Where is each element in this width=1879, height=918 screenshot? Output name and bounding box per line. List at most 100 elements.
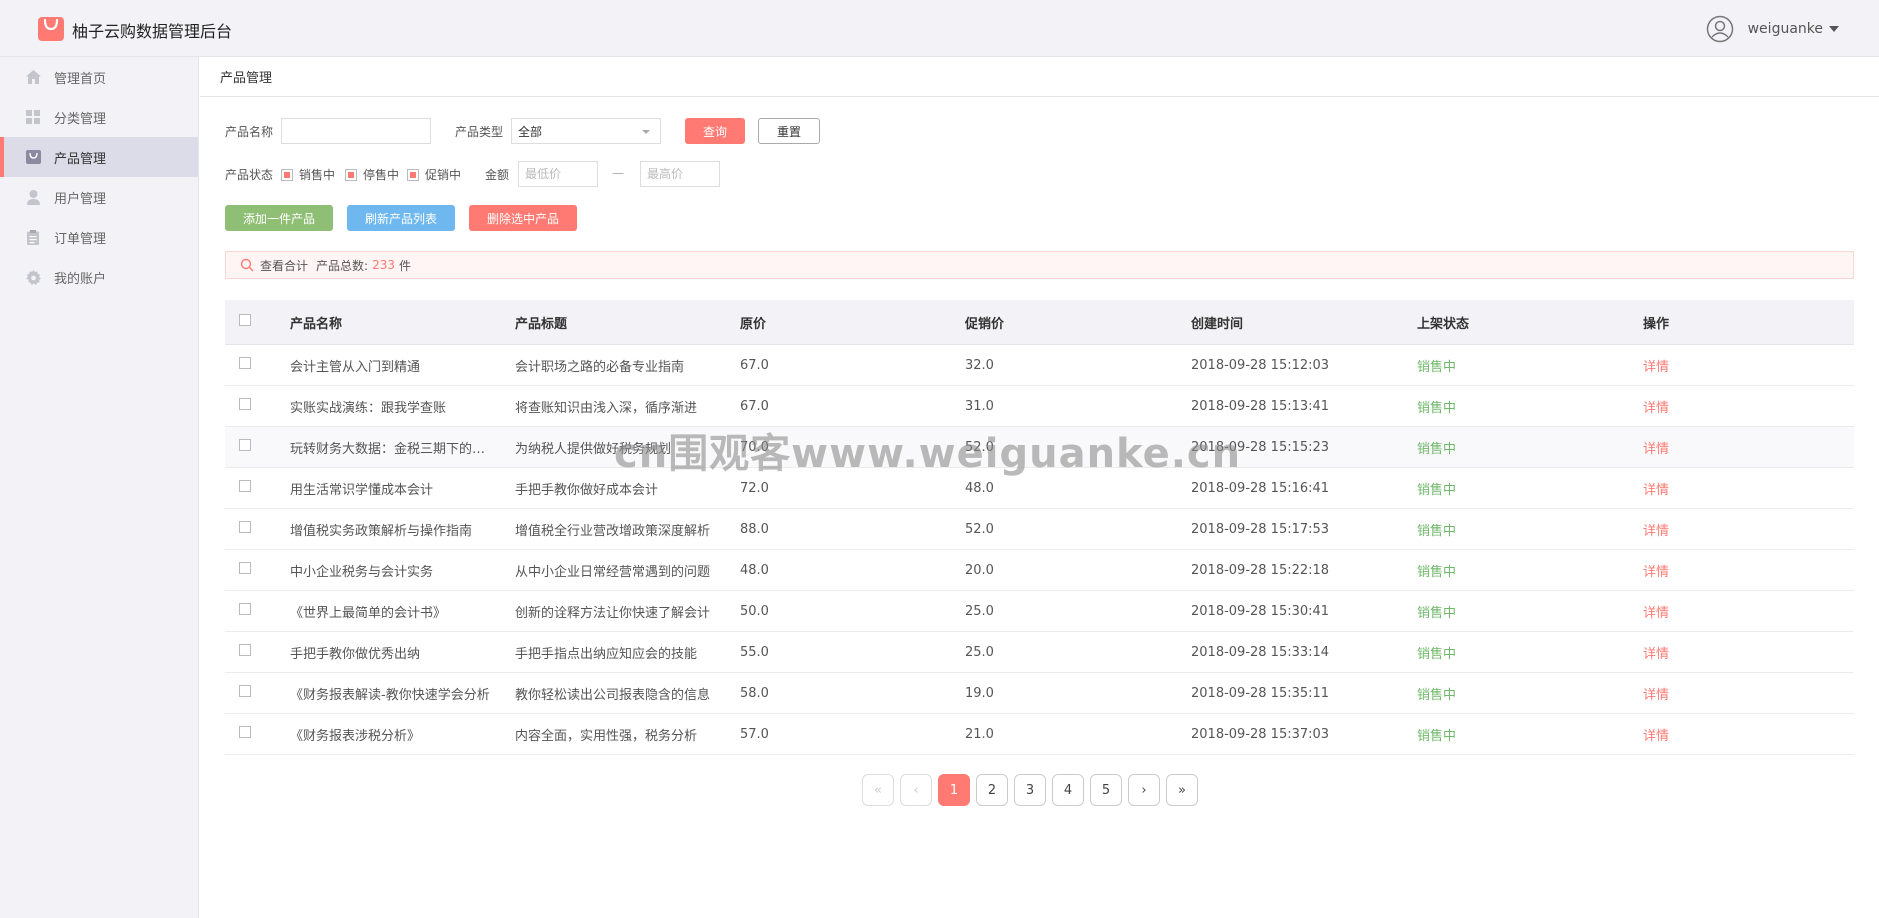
sidebar-item-user[interactable]: 用户管理	[0, 177, 198, 217]
max-price-input[interactable]	[640, 161, 720, 187]
detail-link[interactable]: 详情	[1643, 524, 1669, 539]
select-all-checkbox[interactable]	[239, 314, 251, 326]
table-row: 会计主管从入门到精通 会计职场之路的必备专业指南 67.0 32.0 2018-09-2…	[225, 345, 1854, 386]
cell-price: 55.0	[740, 644, 769, 660]
cell-price: 88.0	[740, 521, 769, 537]
sidebar-item-order[interactable]: 订单管理	[0, 217, 198, 257]
cell-created: 2018-09-28 15:33:14	[1191, 644, 1330, 660]
sidebar: 管理首页 分类管理 产品管理 用户管理 订单管理 我的账户	[0, 57, 199, 918]
cell-status: 销售中	[1417, 441, 1457, 457]
detail-link[interactable]: 详情	[1643, 483, 1669, 498]
row-checkbox[interactable]	[239, 480, 251, 492]
status-checkbox-on-sale[interactable]: 销售中	[281, 166, 335, 183]
total-count: 233	[372, 258, 395, 272]
cell-price: 50.0	[740, 603, 769, 619]
shopping-bag-logo-icon	[38, 17, 64, 41]
detail-link[interactable]: 详情	[1643, 360, 1669, 375]
detail-link[interactable]: 详情	[1643, 401, 1669, 416]
col-header-price: 原价	[740, 316, 767, 332]
search-button[interactable]: 查询	[685, 118, 745, 144]
page-button-2[interactable]: 2	[976, 774, 1008, 806]
detail-link[interactable]: 详情	[1643, 647, 1669, 662]
page-button-4[interactable]: 4	[1052, 774, 1084, 806]
product-name-input[interactable]	[281, 118, 431, 144]
cell-title: 手把手教你做好成本会计	[515, 482, 659, 498]
user-name: weiguanke	[1747, 21, 1823, 37]
user-avatar-icon	[1706, 15, 1733, 43]
sidebar-item-home[interactable]: 管理首页	[0, 57, 198, 97]
cell-promo: 52.0	[965, 439, 994, 455]
status-checkbox-promotion[interactable]: 促销中	[407, 166, 461, 183]
cell-status: 销售中	[1417, 359, 1457, 375]
cell-promo: 21.0	[965, 726, 994, 742]
cell-title: 增值税全行业营改增政策深度解析	[515, 523, 711, 539]
row-checkbox[interactable]	[239, 603, 251, 615]
cell-created: 2018-09-28 15:15:23	[1191, 439, 1330, 455]
cell-price: 70.0	[740, 439, 769, 455]
table-row: 中小企业税务与会计实务 从中小企业日常经营常遇到的问题 48.0 20.0 2018-0…	[225, 550, 1854, 591]
chevron-down-icon	[1829, 26, 1839, 32]
product-status-label: 产品状态	[225, 168, 274, 182]
row-checkbox[interactable]	[239, 521, 251, 533]
cell-name: 手把手教你做优秀出纳	[290, 646, 421, 662]
cell-price: 58.0	[740, 685, 769, 701]
reset-button[interactable]: 重置	[758, 118, 820, 144]
col-header-name: 产品名称	[290, 316, 343, 332]
detail-link[interactable]: 详情	[1643, 442, 1669, 457]
cell-promo: 25.0	[965, 644, 994, 660]
sidebar-item-category[interactable]: 分类管理	[0, 97, 198, 137]
cell-name: 增值税实务政策解析与操作指南	[290, 523, 473, 539]
row-checkbox[interactable]	[239, 644, 251, 656]
table-row: 用生活常识学懂成本会计 手把手教你做好成本会计 72.0 48.0 2018-09-28…	[225, 468, 1854, 509]
sidebar-item-label: 产品管理	[54, 151, 107, 167]
cell-price: 72.0	[740, 480, 769, 496]
col-header-promo: 促销价	[965, 316, 1005, 332]
user-menu[interactable]: weiguanke	[1706, 14, 1839, 44]
page-prev-button[interactable]: ‹	[900, 774, 932, 806]
cell-created: 2018-09-28 15:17:53	[1191, 521, 1330, 537]
cell-price: 57.0	[740, 726, 769, 742]
status-checkbox-off-sale[interactable]: 停售中	[345, 166, 399, 183]
cell-promo: 52.0	[965, 521, 994, 537]
cell-title: 手把手指点出纳应知应会的技能	[515, 646, 698, 662]
row-checkbox[interactable]	[239, 439, 251, 451]
product-type-value: 全部	[518, 124, 543, 139]
row-checkbox[interactable]	[239, 562, 251, 574]
refresh-list-button[interactable]: 刷新产品列表	[347, 205, 455, 231]
sidebar-item-label: 订单管理	[54, 231, 107, 247]
page-button-3[interactable]: 3	[1014, 774, 1046, 806]
add-product-button[interactable]: 添加一件产品	[225, 205, 333, 231]
cell-promo: 20.0	[965, 562, 994, 578]
grid-icon	[25, 109, 41, 125]
detail-link[interactable]: 详情	[1643, 688, 1669, 703]
row-checkbox[interactable]	[239, 357, 251, 369]
col-header-created: 创建时间	[1191, 316, 1244, 332]
detail-link[interactable]: 详情	[1643, 565, 1669, 580]
cell-created: 2018-09-28 15:22:18	[1191, 562, 1330, 578]
min-price-input[interactable]	[518, 161, 598, 187]
page-button-1[interactable]: 1	[938, 774, 970, 806]
clipboard-icon	[25, 229, 41, 245]
product-type-label: 产品类型	[455, 125, 504, 139]
cell-status: 销售中	[1417, 687, 1457, 703]
row-checkbox[interactable]	[239, 398, 251, 410]
col-header-status: 上架状态	[1417, 316, 1470, 332]
page-last-button[interactable]: »	[1166, 774, 1198, 806]
cell-title: 从中小企业日常经营常遇到的问题	[515, 564, 711, 580]
page-button-5[interactable]: 5	[1090, 774, 1122, 806]
sidebar-item-account[interactable]: 我的账户	[0, 257, 198, 297]
search-icon	[240, 258, 254, 272]
page-next-button[interactable]: ›	[1128, 774, 1160, 806]
delete-selected-button[interactable]: 删除选中产品	[469, 205, 577, 231]
product-table: 产品名称 产品标题 原价 促销价 创建时间 上架状态 操作 会计主管从入门到精通…	[225, 300, 1854, 755]
product-type-select[interactable]: 全部	[511, 118, 661, 144]
sidebar-item-label: 分类管理	[54, 111, 107, 127]
detail-link[interactable]: 详情	[1643, 729, 1669, 744]
sidebar-item-product[interactable]: 产品管理	[0, 137, 198, 177]
row-checkbox[interactable]	[239, 685, 251, 697]
row-checkbox[interactable]	[239, 726, 251, 738]
main-content: 产品管理 产品名称 产品类型 全部 查询 重置 产品状态 销售中 停售中 促销中…	[200, 57, 1879, 918]
table-header: 产品名称 产品标题 原价 促销价 创建时间 上架状态 操作	[225, 300, 1854, 345]
page-first-button[interactable]: «	[862, 774, 894, 806]
detail-link[interactable]: 详情	[1643, 606, 1669, 621]
